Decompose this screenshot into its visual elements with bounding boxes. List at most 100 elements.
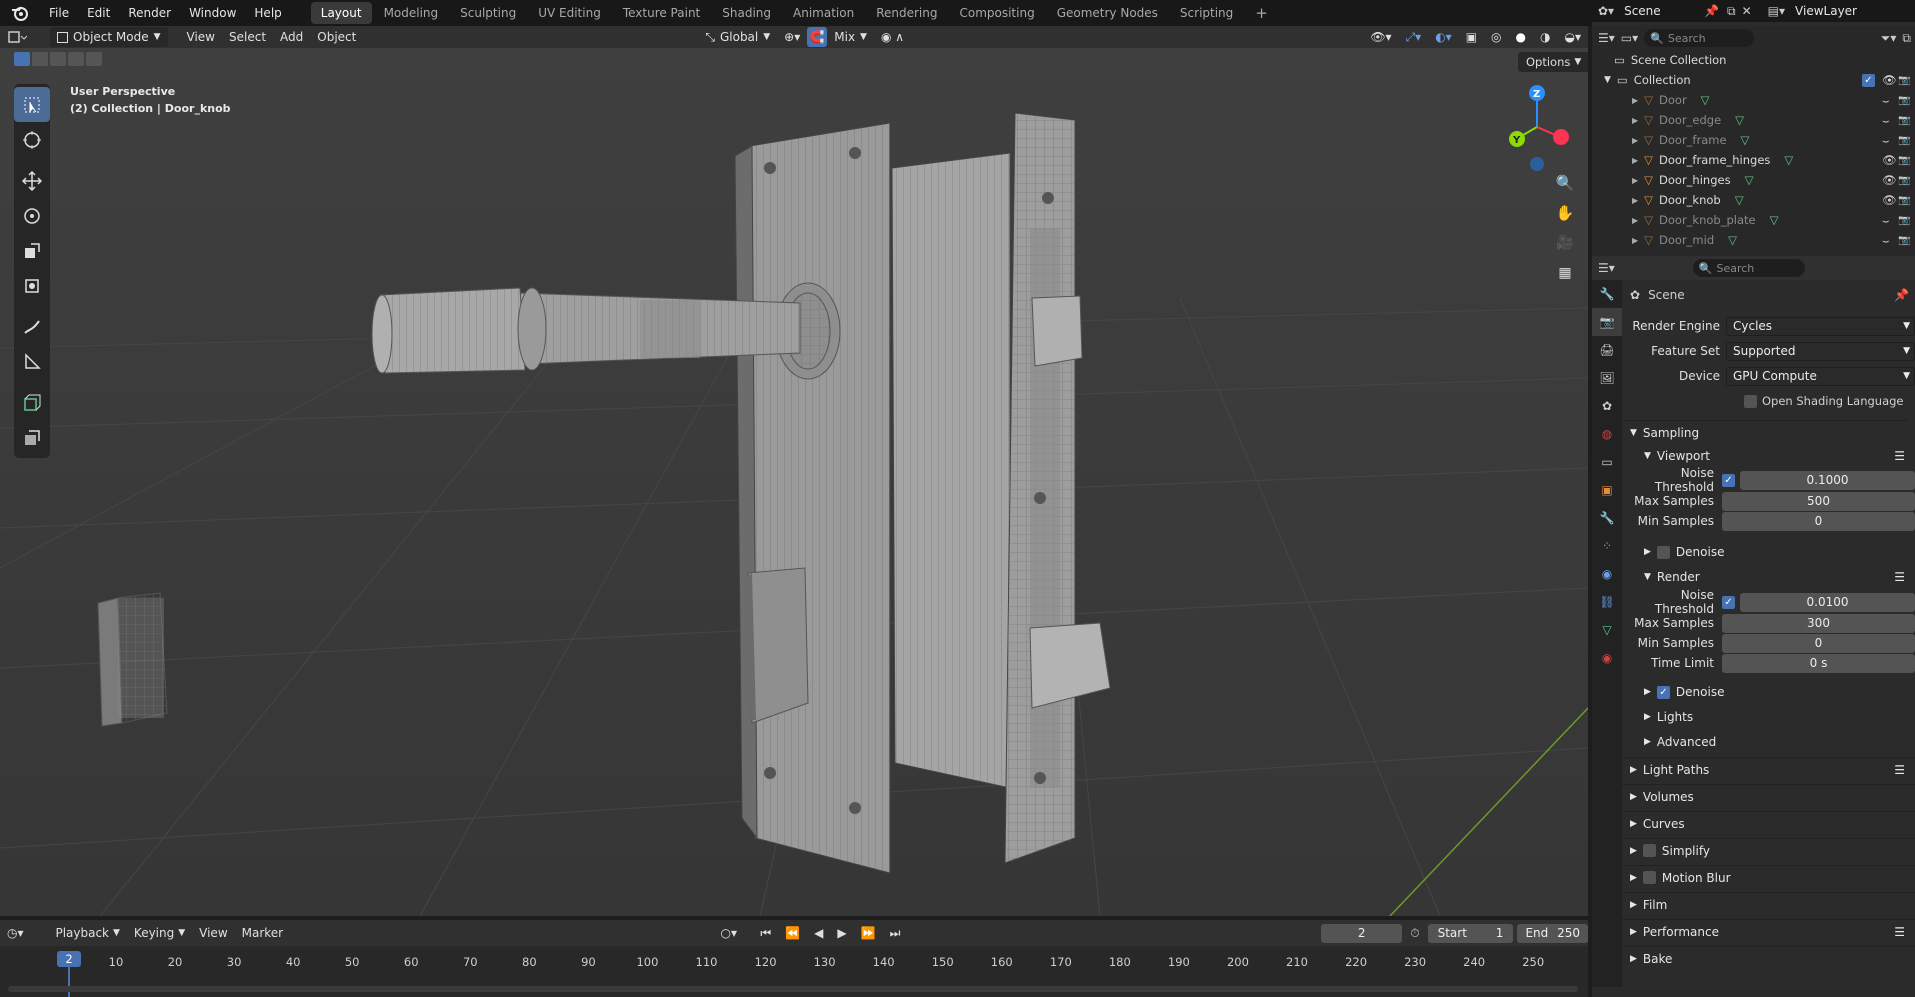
jump-start-icon[interactable]: ⏮ [753, 923, 778, 943]
time-limit-field[interactable]: 0 s [1722, 653, 1915, 673]
tab-rendering[interactable]: Rendering [866, 2, 947, 24]
osl-checkbox[interactable] [1744, 394, 1757, 408]
chevron-right-icon[interactable]: ▶ [1632, 96, 1638, 105]
object-tab-icon[interactable]: ▣ [1592, 476, 1622, 504]
tab-animation[interactable]: Animation [783, 2, 864, 24]
tab-uv-editing[interactable]: UV Editing [528, 2, 611, 24]
eye-icon[interactable]: 👁 [1882, 173, 1897, 187]
bake-panel-header[interactable]: ▶ Bake [1622, 946, 1915, 970]
outliner-item[interactable]: ▶ ▽ Door_mid ▽ ⌣ 📷 [1592, 230, 1915, 250]
outliner-item[interactable]: ▶ ▽ Door_hinges ▽ 👁 📷 [1592, 170, 1915, 190]
world-tab-icon[interactable]: ◍ [1592, 420, 1622, 448]
render-noise-checkbox[interactable]: ✓ [1722, 595, 1735, 609]
eye-icon[interactable]: 👁 [1882, 193, 1897, 207]
viewport-noise-threshold-field[interactable]: 0.1000 [1740, 470, 1915, 490]
tab-compositing[interactable]: Compositing [949, 2, 1044, 24]
view-layer-tab-icon[interactable]: 🖼 [1592, 364, 1622, 392]
tab-shading[interactable]: Shading [712, 2, 781, 24]
scene-tab-icon[interactable]: ✿ [1592, 392, 1622, 420]
render-denoise-checkbox[interactable]: ✓ [1656, 685, 1670, 699]
modifier-tab-icon[interactable]: 🔧 [1592, 504, 1622, 532]
presets-list-icon[interactable]: ☰ [1894, 763, 1905, 777]
camera-icon[interactable]: 📷 [1898, 135, 1910, 146]
film-panel-header[interactable]: ▶ Film [1622, 892, 1915, 916]
sampling-panel-header[interactable]: ▼ Sampling [1622, 420, 1909, 444]
menu-add[interactable]: Add [273, 27, 310, 47]
chevron-right-icon[interactable]: ▶ [1632, 236, 1638, 245]
outliner-item[interactable]: ▶ ▽ Door_knob ▽ 👁 📷 [1592, 190, 1915, 210]
camera-icon[interactable]: 📷 [1898, 95, 1910, 106]
frame-ruler[interactable]: 2 10 20 30 40 50 60 70 80 90 100 110 120 130 140 150 16… [0, 946, 1588, 997]
eye-closed-icon[interactable]: ⌣ [1882, 133, 1890, 148]
cursor-tool-icon[interactable] [14, 122, 50, 157]
render-min-samples-field[interactable]: 0 [1722, 633, 1915, 653]
simplify-checkbox[interactable] [1642, 844, 1656, 857]
mesh-data-icon[interactable]: ▽ [1735, 193, 1744, 207]
eye-icon[interactable]: 👁 [1882, 73, 1897, 87]
output-tab-icon[interactable]: 🖨 [1592, 336, 1622, 364]
select-new-icon[interactable] [14, 52, 30, 66]
menu-help[interactable]: Help [245, 0, 290, 26]
select-extend-icon[interactable] [32, 52, 48, 66]
select-intersect-icon[interactable] [86, 52, 102, 66]
outliner-item[interactable]: ▶ ▽ Door_frame_hinges ▽ 👁 📷 [1592, 150, 1915, 170]
collection-row[interactable]: ▼ ▭ Collection ✓ 👁 📷 [1592, 70, 1915, 90]
new-collection-icon[interactable]: ⧉ [1902, 31, 1911, 46]
shading-material-icon[interactable]: ◑ [1533, 27, 1557, 47]
navigation-gizmo[interactable]: Z Y [1500, 82, 1570, 172]
viewport-denoise-checkbox[interactable] [1656, 545, 1670, 559]
mode-dropdown[interactable]: Object Mode ▼ [50, 27, 168, 47]
outliner-item[interactable]: ▶ ▽ Door_edge ▽ ⌣ 📷 [1592, 110, 1915, 130]
scale-tool-icon[interactable] [14, 233, 50, 268]
pin-icon[interactable]: 📌 [1704, 4, 1719, 18]
select-subtract-icon[interactable] [50, 52, 66, 66]
eye-icon[interactable]: 👁 [1882, 153, 1897, 167]
tab-sculpting[interactable]: Sculpting [450, 2, 526, 24]
chevron-right-icon[interactable]: ▶ [1632, 216, 1638, 225]
camera-view-icon[interactable]: 🎥 [1552, 230, 1578, 256]
viewport-max-samples-field[interactable]: 500 [1722, 491, 1915, 511]
options-button[interactable]: Options ▼ [1518, 52, 1588, 72]
menu-window[interactable]: Window [180, 0, 245, 26]
move-tool-icon[interactable] [14, 163, 50, 198]
camera-icon[interactable]: 📷 [1898, 155, 1910, 166]
render-engine-dropdown[interactable]: Cycles ▼ [1726, 316, 1915, 336]
end-frame-field[interactable]: End 250 [1517, 923, 1588, 943]
camera-icon[interactable]: 📷 [1898, 175, 1910, 186]
menu-view[interactable]: View [180, 27, 222, 47]
presets-list-icon[interactable]: ☰ [1894, 570, 1905, 584]
tab-layout[interactable]: Layout [310, 2, 372, 24]
add-workspace-icon[interactable]: + [1245, 2, 1278, 24]
select-invert-icon[interactable] [68, 52, 84, 66]
chevron-right-icon[interactable]: ▶ [1632, 196, 1638, 205]
mesh-data-icon[interactable]: ▽ [1745, 173, 1754, 187]
outliner-search-input[interactable]: 🔍 Search [1644, 29, 1755, 47]
blender-logo-icon[interactable] [0, 5, 40, 21]
presets-list-icon[interactable]: ☰ [1894, 449, 1905, 463]
curves-panel-header[interactable]: ▶ Curves [1622, 811, 1915, 835]
light-paths-panel-header[interactable]: ▶ Light Paths ☰ [1622, 757, 1915, 781]
ortho-toggle-icon[interactable]: ▦ [1552, 260, 1578, 286]
pan-hand-icon[interactable]: ✋ [1552, 200, 1578, 226]
view-layer-icon[interactable]: ▤▾ [1768, 4, 1785, 18]
chevron-right-icon[interactable]: ▶ [1632, 116, 1638, 125]
timeline-scrollbar[interactable] [8, 986, 1578, 992]
data-tab-icon[interactable]: ▽ [1592, 616, 1622, 644]
menu-select[interactable]: Select [222, 27, 273, 47]
pivot-point-icon[interactable]: ⊕▾ [777, 27, 807, 47]
chevron-right-icon[interactable]: ▶ [1632, 136, 1638, 145]
select-box-tool-icon[interactable] [14, 87, 50, 122]
outliner-item[interactable]: ▶ ▽ Door_knob_plate ▽ ⌣ 📷 [1592, 210, 1915, 230]
lights-subpanel-header[interactable]: ▶ Lights [1636, 705, 1915, 729]
annotate-tool-icon[interactable] [14, 309, 50, 344]
mesh-data-icon[interactable]: ▽ [1728, 233, 1737, 247]
orientation-dropdown[interactable]: ⤡ Global ▼ [698, 27, 777, 47]
outliner-item[interactable]: ▶ ▽ Door ▽ ⌣ 📷 [1592, 90, 1915, 110]
viewport-min-samples-field[interactable]: 0 [1722, 511, 1915, 531]
camera-icon[interactable]: 📷 [1898, 215, 1910, 226]
motion-blur-panel-header[interactable]: ▶ Motion Blur [1622, 865, 1915, 889]
playback-menu[interactable]: Playback ▼ [48, 923, 126, 943]
scene-icon[interactable]: ✿▾ [1598, 4, 1614, 18]
add-cube-tool-icon[interactable] [14, 385, 50, 420]
menu-file[interactable]: File [40, 0, 78, 26]
